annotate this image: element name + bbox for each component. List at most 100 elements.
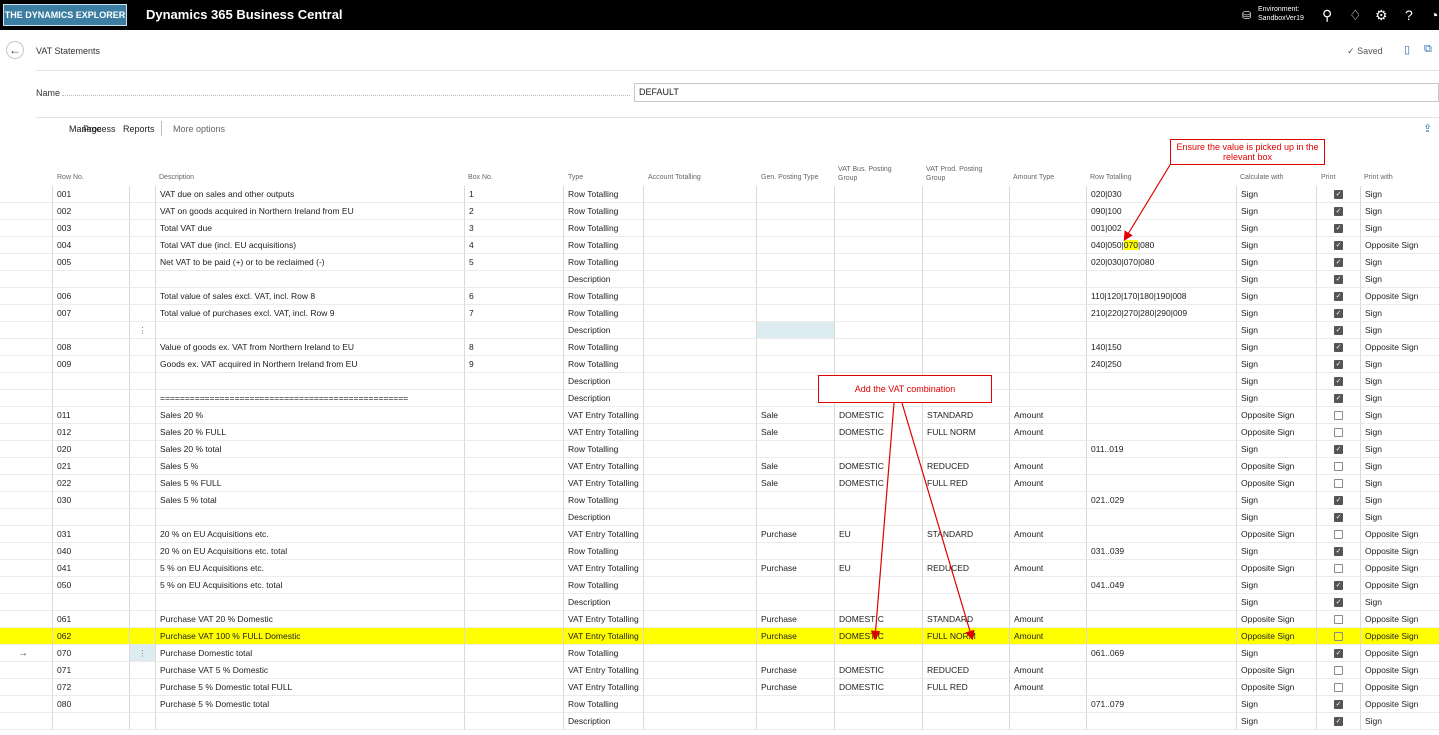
amount-type-cell[interactable] xyxy=(1009,220,1086,237)
row-menu-cell[interactable] xyxy=(129,305,155,322)
box-no-cell[interactable]: 6 xyxy=(464,288,563,305)
row-totalling-cell[interactable] xyxy=(1086,679,1236,696)
vat-bus-posting-group-cell[interactable] xyxy=(834,441,922,458)
table-row[interactable]: 005 Net VAT to be paid (+) or to be recla… xyxy=(0,254,1439,271)
description-cell[interactable] xyxy=(155,594,464,611)
vat-bus-posting-group-cell[interactable] xyxy=(834,322,922,339)
amount-type-cell[interactable] xyxy=(1009,492,1086,509)
account-totalling-cell[interactable] xyxy=(643,407,756,424)
row-totalling-cell[interactable] xyxy=(1086,407,1236,424)
print-cell[interactable]: ✓ xyxy=(1316,373,1360,390)
vat-prod-posting-group-cell[interactable] xyxy=(922,492,1009,509)
print-checkbox[interactable]: ✓ xyxy=(1334,700,1343,710)
type-cell[interactable]: VAT Entry Totalling xyxy=(563,458,643,475)
type-cell[interactable]: VAT Entry Totalling xyxy=(563,611,643,628)
print-with-cell[interactable]: Opposite Sign xyxy=(1360,645,1439,662)
calculate-with-cell[interactable]: Sign xyxy=(1236,577,1316,594)
row-no-cell[interactable]: 002 xyxy=(52,203,129,220)
box-no-cell[interactable] xyxy=(464,492,563,509)
calculate-with-cell[interactable]: Sign xyxy=(1236,288,1316,305)
box-no-cell[interactable] xyxy=(464,407,563,424)
gen-posting-type-cell[interactable]: Purchase xyxy=(756,611,834,628)
type-cell[interactable]: VAT Entry Totalling xyxy=(563,526,643,543)
gen-posting-type-cell[interactable] xyxy=(756,254,834,271)
vat-bus-posting-group-cell[interactable] xyxy=(834,305,922,322)
print-checkbox[interactable]: ✓ xyxy=(1334,377,1343,387)
row-no-cell[interactable] xyxy=(52,713,129,730)
row-menu-cell[interactable] xyxy=(129,696,155,713)
type-cell[interactable]: Description xyxy=(563,509,643,526)
print-with-cell[interactable]: Opposite Sign xyxy=(1360,543,1439,560)
print-cell[interactable]: ✓ xyxy=(1316,645,1360,662)
calculate-with-cell[interactable]: Sign xyxy=(1236,509,1316,526)
gen-posting-type-cell[interactable] xyxy=(756,594,834,611)
action-reports[interactable]: Reports xyxy=(123,124,155,134)
print-cell[interactable] xyxy=(1316,424,1360,441)
print-cell[interactable] xyxy=(1316,662,1360,679)
print-checkbox[interactable]: ✓ xyxy=(1334,190,1343,200)
box-no-cell[interactable] xyxy=(464,458,563,475)
row-no-cell[interactable]: 061 xyxy=(52,611,129,628)
amount-type-cell[interactable] xyxy=(1009,543,1086,560)
row-menu-cell[interactable] xyxy=(129,509,155,526)
calculate-with-cell[interactable]: Opposite Sign xyxy=(1236,424,1316,441)
description-cell[interactable]: Total VAT due xyxy=(155,220,464,237)
vat-bus-posting-group-cell[interactable]: DOMESTIC xyxy=(834,628,922,645)
row-no-cell[interactable]: 004 xyxy=(52,237,129,254)
vat-prod-posting-group-cell[interactable]: REDUCED xyxy=(922,662,1009,679)
calculate-with-cell[interactable]: Sign xyxy=(1236,594,1316,611)
print-checkbox[interactable] xyxy=(1334,666,1343,676)
print-checkbox[interactable]: ✓ xyxy=(1334,547,1343,557)
row-totalling-cell[interactable] xyxy=(1086,662,1236,679)
description-cell[interactable]: Purchase Domestic total xyxy=(155,645,464,662)
print-cell[interactable]: ✓ xyxy=(1316,203,1360,220)
amount-type-cell[interactable]: Amount xyxy=(1009,475,1086,492)
print-cell[interactable]: ✓ xyxy=(1316,356,1360,373)
table-row[interactable]: 007 Total value of purchases excl. VAT, i… xyxy=(0,305,1439,322)
row-no-cell[interactable]: 071 xyxy=(52,662,129,679)
account-totalling-cell[interactable] xyxy=(643,713,756,730)
amount-type-cell[interactable]: Amount xyxy=(1009,679,1086,696)
description-cell[interactable] xyxy=(155,271,464,288)
account-totalling-cell[interactable] xyxy=(643,390,756,407)
table-row[interactable]: Description Sign ✓ Sign xyxy=(0,373,1439,390)
print-checkbox[interactable]: ✓ xyxy=(1334,343,1343,353)
amount-type-cell[interactable]: Amount xyxy=(1009,458,1086,475)
calculate-with-cell[interactable]: Opposite Sign xyxy=(1236,458,1316,475)
account-totalling-cell[interactable] xyxy=(643,237,756,254)
type-cell[interactable]: Row Totalling xyxy=(563,543,643,560)
description-cell[interactable]: Value of goods ex. VAT from Northern Ire… xyxy=(155,339,464,356)
row-menu-cell[interactable] xyxy=(129,458,155,475)
print-cell[interactable] xyxy=(1316,679,1360,696)
vat-bus-posting-group-cell[interactable] xyxy=(834,696,922,713)
gen-posting-type-cell[interactable]: Purchase xyxy=(756,526,834,543)
open-new-window-icon[interactable]: ⧉ xyxy=(1424,43,1432,56)
account-totalling-cell[interactable] xyxy=(643,577,756,594)
row-menu-cell[interactable] xyxy=(129,424,155,441)
gen-posting-type-cell[interactable]: Sale xyxy=(756,475,834,492)
row-menu-cell[interactable] xyxy=(129,543,155,560)
account-totalling-cell[interactable] xyxy=(643,288,756,305)
vat-prod-posting-group-cell[interactable] xyxy=(922,509,1009,526)
print-with-cell[interactable]: Opposite Sign xyxy=(1360,560,1439,577)
description-cell[interactable]: 20 % on EU Acquisitions etc. total xyxy=(155,543,464,560)
description-cell[interactable]: Sales 20 % xyxy=(155,407,464,424)
calculate-with-cell[interactable]: Sign xyxy=(1236,373,1316,390)
description-cell[interactable]: Total value of purchases excl. VAT, incl… xyxy=(155,305,464,322)
amount-type-cell[interactable]: Amount xyxy=(1009,407,1086,424)
row-menu-cell[interactable] xyxy=(129,237,155,254)
description-cell[interactable]: Sales 20 % FULL xyxy=(155,424,464,441)
gen-posting-type-cell[interactable] xyxy=(756,577,834,594)
row-menu-cell[interactable] xyxy=(129,475,155,492)
gen-posting-type-cell[interactable]: Purchase xyxy=(756,679,834,696)
print-cell[interactable] xyxy=(1316,611,1360,628)
row-menu-cell[interactable] xyxy=(129,492,155,509)
share-icon[interactable]: ⇪ xyxy=(1423,122,1432,135)
row-no-cell[interactable]: 011 xyxy=(52,407,129,424)
action-process-label[interactable]: Process xyxy=(83,124,116,134)
calculate-with-cell[interactable]: Opposite Sign xyxy=(1236,407,1316,424)
vat-prod-posting-group-cell[interactable] xyxy=(922,441,1009,458)
gen-posting-type-cell[interactable] xyxy=(756,186,834,203)
row-menu-cell[interactable] xyxy=(129,679,155,696)
vat-bus-posting-group-cell[interactable]: DOMESTIC xyxy=(834,679,922,696)
